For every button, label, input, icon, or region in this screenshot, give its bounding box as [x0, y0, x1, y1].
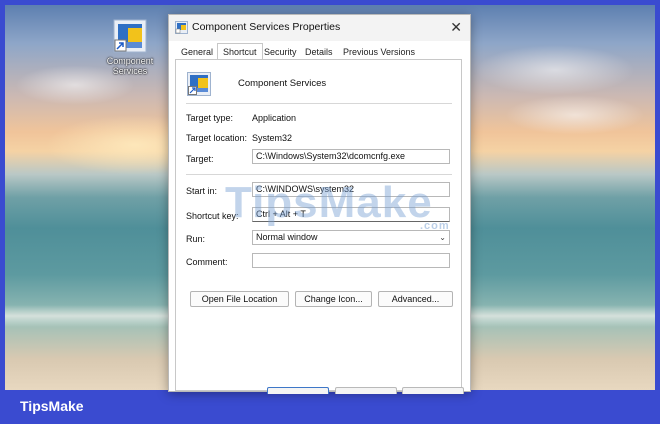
tab-shortcut[interactable]: Shortcut — [217, 43, 263, 60]
chevron-down-icon: ⌄ — [439, 233, 446, 242]
start-in-field[interactable]: C:\WINDOWS\system32 — [252, 182, 450, 197]
desktop-icon-label-line1: Component — [106, 56, 154, 66]
component-services-icon — [112, 18, 148, 54]
cloud — [505, 95, 645, 135]
close-icon[interactable]: ✕ — [450, 19, 462, 35]
tab-previous-versions[interactable]: Previous Versions — [339, 45, 419, 59]
tab-general[interactable]: General — [177, 45, 217, 59]
brand-logo-text: TipsMake — [20, 398, 84, 414]
shortcut-panel: Component Services Target type: Applicat… — [175, 59, 462, 391]
target-field[interactable]: C:\Windows\System32\dcomcnfg.exe — [252, 149, 450, 164]
run-select[interactable]: Normal window ⌄ — [252, 230, 450, 245]
target-location-value: System32 — [252, 133, 293, 143]
cloud — [475, 45, 635, 95]
advanced-button[interactable]: Advanced... — [378, 291, 453, 307]
shortcut-key-label: Shortcut key: — [186, 211, 239, 221]
app-name: Component Services — [238, 78, 327, 89]
ok-button[interactable] — [267, 387, 329, 394]
dialog-titlebar[interactable]: Component Services Properties ✕ — [169, 15, 470, 41]
component-services-icon — [187, 72, 211, 96]
target-type-value: Application — [252, 113, 297, 123]
target-type-label: Target type: — [186, 113, 234, 123]
change-icon-button[interactable]: Change Icon... — [295, 291, 372, 307]
open-file-location-button[interactable]: Open File Location — [190, 291, 289, 307]
divider — [186, 174, 452, 175]
tab-details[interactable]: Details — [301, 45, 337, 59]
tab-security[interactable]: Security — [260, 45, 301, 59]
run-select-value: Normal window — [256, 232, 318, 242]
run-label: Run: — [186, 234, 206, 244]
desktop-icon-label-line2: Services — [112, 66, 148, 76]
target-location-label: Target location: — [186, 133, 248, 143]
dialog-title: Component Services Properties — [192, 21, 341, 33]
comment-label: Comment: — [186, 257, 228, 267]
apply-button[interactable] — [402, 387, 464, 394]
properties-dialog: Component Services Properties ✕ General … — [168, 14, 471, 394]
start-in-label: Start in: — [186, 186, 218, 196]
target-label: Target: — [186, 154, 214, 164]
shortcut-key-field[interactable]: Ctrl + Alt + T — [252, 207, 450, 222]
comment-field[interactable] — [252, 253, 450, 268]
cancel-button[interactable] — [335, 387, 397, 394]
divider — [186, 103, 452, 104]
desktop-icon-component-services[interactable]: Component Services — [105, 18, 155, 76]
component-services-icon — [175, 21, 188, 34]
